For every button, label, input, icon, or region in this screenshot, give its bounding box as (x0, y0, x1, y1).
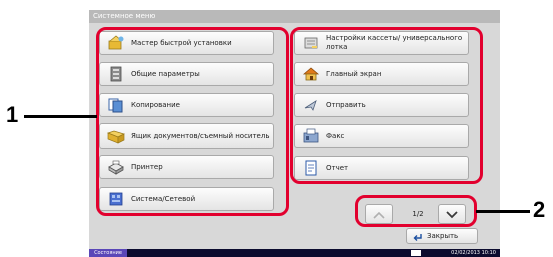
system-network-icon (106, 190, 126, 208)
close-button[interactable]: Закрыть (406, 228, 478, 244)
menu-button-label: Главный экран (326, 69, 382, 78)
report-icon (301, 159, 321, 177)
menu-button-label: Ящик документов/съемный носитель (131, 131, 270, 140)
page-up-button[interactable] (365, 204, 393, 224)
page-down-button[interactable] (438, 204, 466, 224)
menu-button-document-box[interactable]: Ящик документов/съемный носитель (99, 123, 274, 149)
menu-button-common-settings[interactable]: Общие параметры (99, 62, 274, 86)
wizard-icon (106, 34, 126, 52)
menu-button-label: Система/Сетевой (131, 194, 196, 203)
menu-button-label: Отправить (326, 100, 366, 109)
close-button-label: Закрыть (427, 232, 459, 240)
menu-button-report[interactable]: Отчет (294, 156, 469, 180)
menu-button-cassette-settings[interactable]: Настройки кассеты/ универсального лотка (294, 31, 469, 55)
document-box-icon (106, 127, 126, 145)
status-button[interactable]: Состояние (89, 249, 127, 257)
page-indicator: 1/2 (412, 210, 424, 218)
menu-button-quick-setup-wizard[interactable]: Мастер быстрой установки (99, 31, 274, 55)
callout-leader-2 (476, 210, 530, 213)
callout-leader-1 (24, 115, 97, 118)
menu-button-label: Факс (326, 131, 345, 140)
menu-button-home-screen[interactable]: Главный экран (294, 62, 469, 86)
system-menu-screen: Системное меню Мастер быстрой установки … (89, 10, 500, 257)
menu-button-label: Мастер быстрой установки (131, 38, 232, 47)
menu-button-fax[interactable]: Факс (294, 124, 469, 148)
menu-button-send[interactable]: Отправить (294, 93, 469, 117)
cassette-icon (301, 34, 321, 52)
send-icon (301, 96, 321, 114)
callout-number-2: 2 (533, 197, 546, 222)
menu-button-label: Копирование (131, 100, 180, 109)
callout-number-1: 1 (6, 102, 19, 127)
menu-button-label: Принтер (131, 162, 163, 171)
status-indicator-icon (411, 250, 421, 256)
menu-button-printer[interactable]: Принтер (99, 155, 274, 179)
chevron-up-icon (372, 205, 386, 224)
printer-icon (106, 158, 126, 176)
menu-button-label: Настройки кассеты/ универсального лотка (326, 34, 463, 51)
window-title: Системное меню (89, 10, 500, 23)
general-settings-icon (106, 65, 126, 83)
chevron-down-icon (445, 205, 459, 224)
menu-button-label: Отчет (326, 163, 349, 172)
fax-icon (301, 127, 321, 145)
home-icon (301, 65, 321, 83)
status-bar: Состояние 02/02/2013 10:10 (89, 249, 500, 257)
menu-button-system-network[interactable]: Система/Сетевой (99, 187, 274, 211)
status-datetime: 02/02/2013 10:10 (451, 250, 496, 256)
copy-icon (106, 96, 126, 114)
return-arrow-icon (413, 227, 423, 246)
menu-button-label: Общие параметры (131, 69, 200, 78)
menu-button-copy[interactable]: Копирование (99, 93, 274, 117)
